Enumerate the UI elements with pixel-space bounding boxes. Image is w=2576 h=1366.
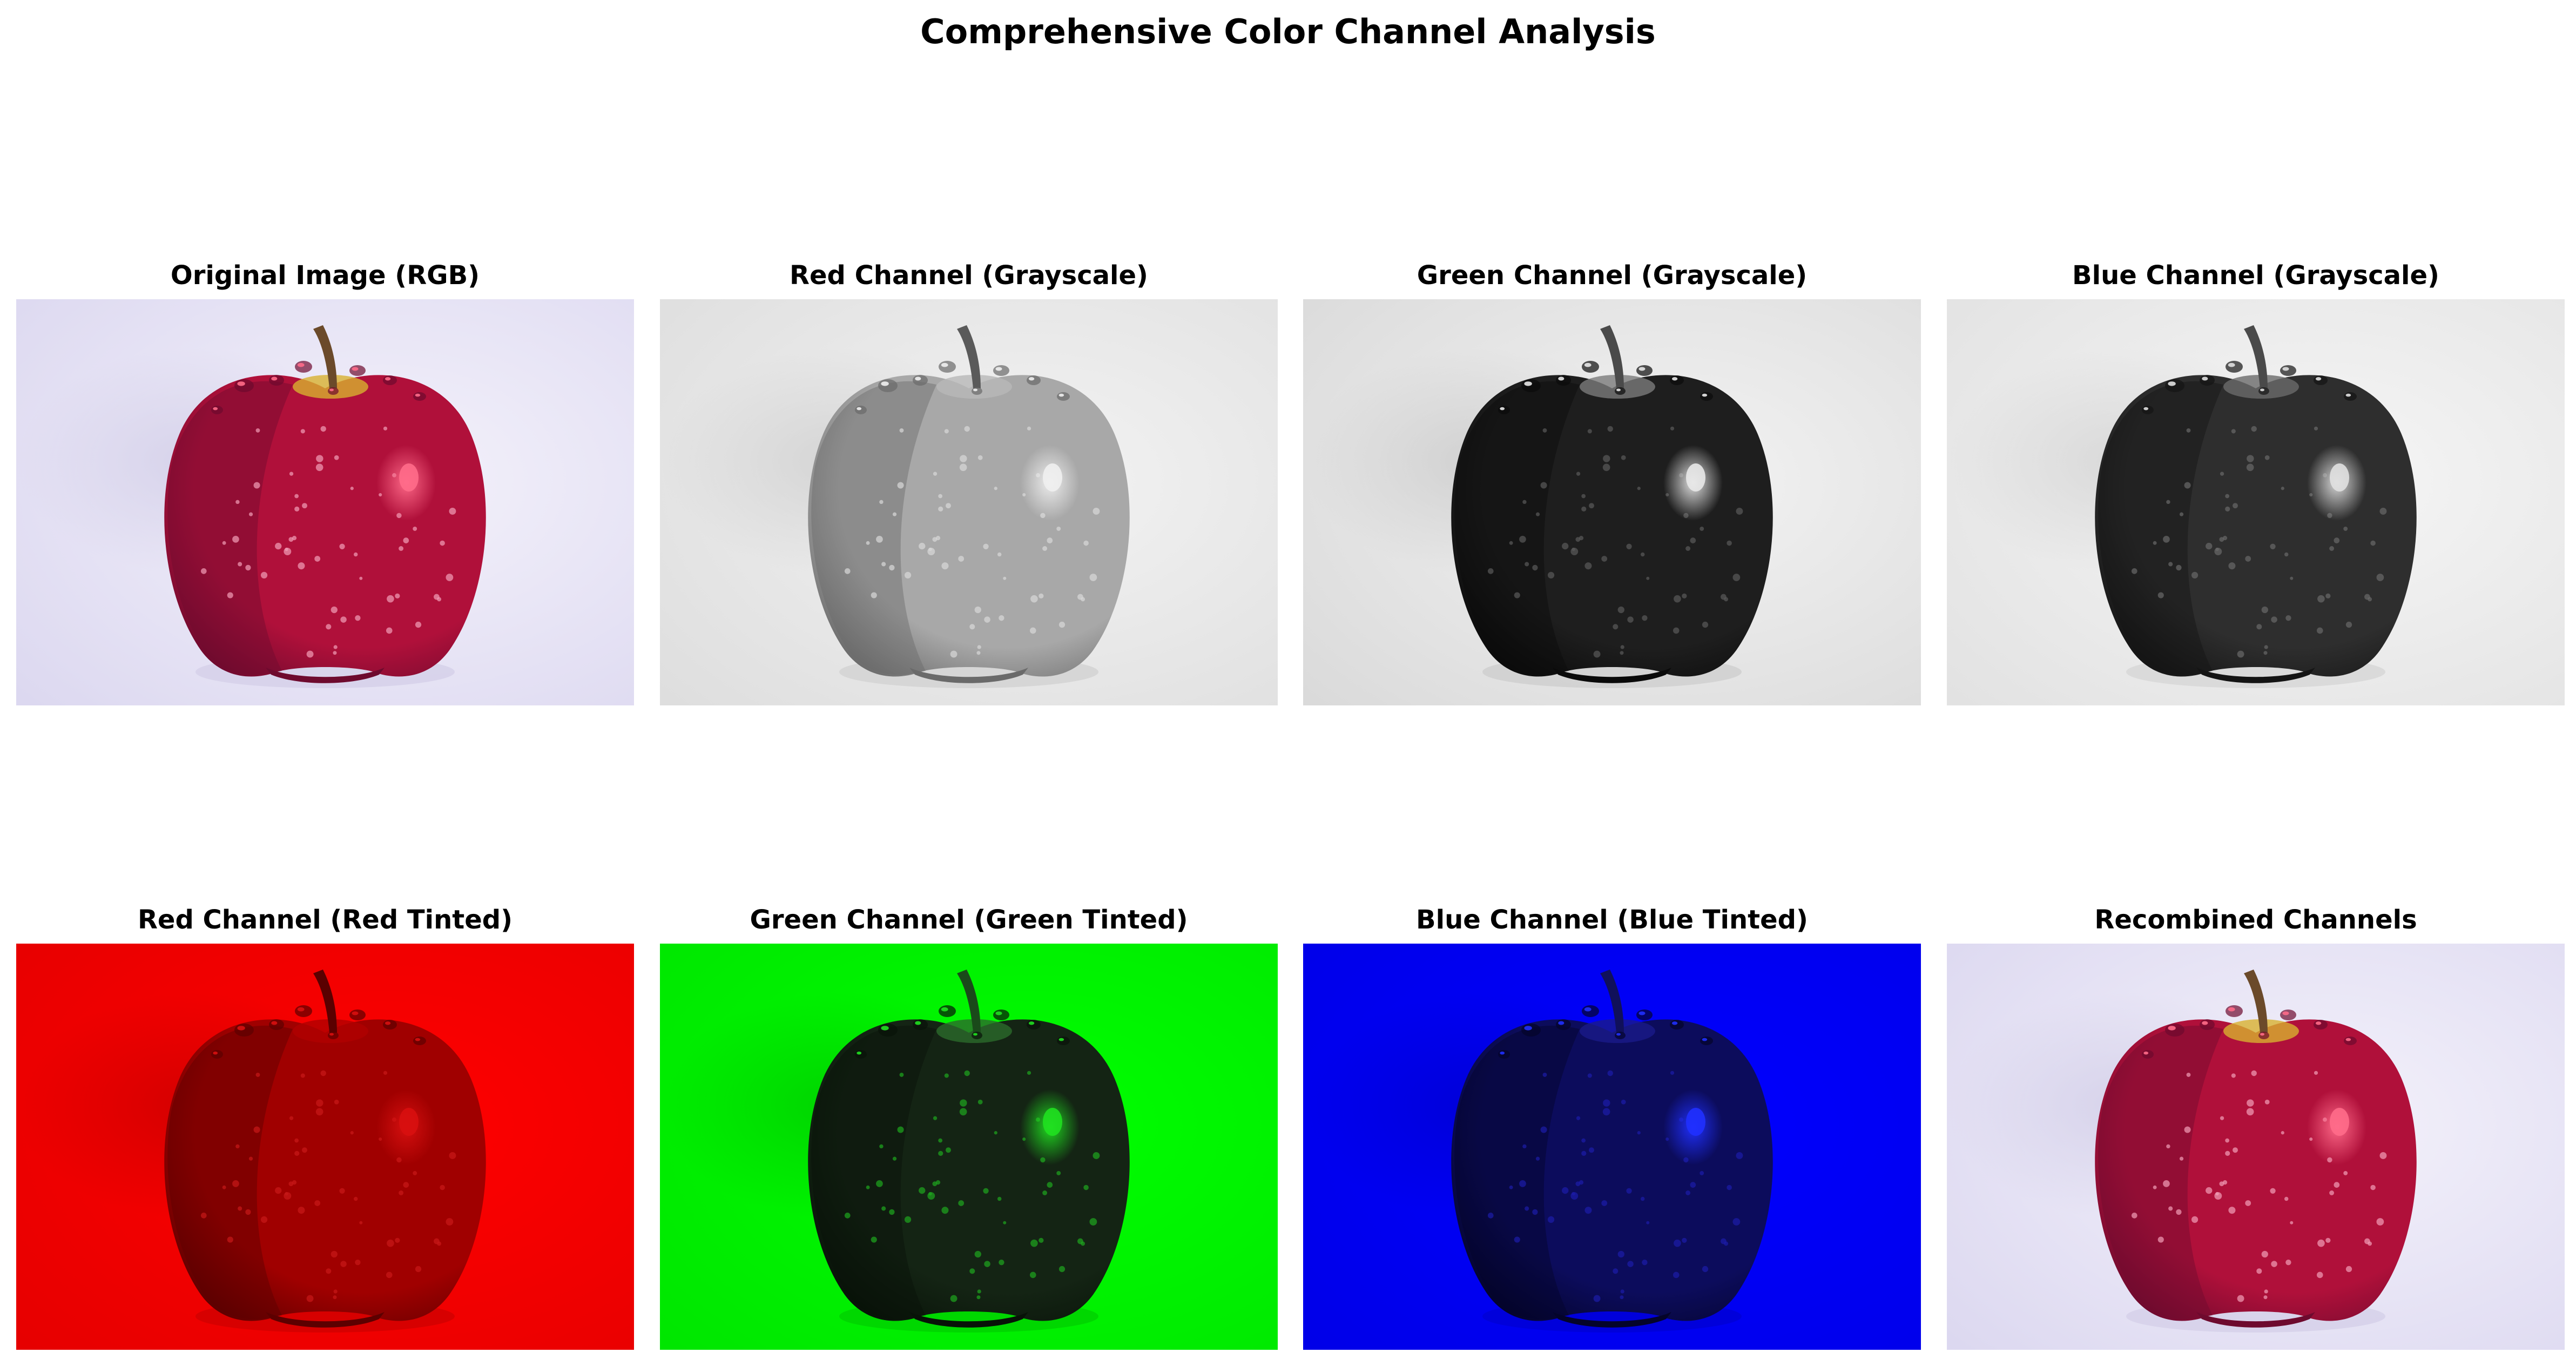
apple-image-blue-gray <box>1947 299 2565 705</box>
apple-image-original <box>16 299 634 705</box>
panel-title: Red Channel (Red Tinted) <box>137 905 513 935</box>
panel-title: Red Channel (Grayscale) <box>789 260 1148 291</box>
panel-title: Green Channel (Green Tinted) <box>750 905 1188 935</box>
figure-title: Comprehensive Color Channel Analysis <box>920 12 1656 51</box>
apple-image-red-gray <box>660 299 1278 705</box>
apple-image-green-gray <box>1303 299 1921 705</box>
panel-title: Recombined Channels <box>2094 905 2417 935</box>
panel-title: Blue Channel (Blue Tinted) <box>1416 905 1808 935</box>
panel-title: Original Image (RGB) <box>170 260 480 291</box>
panel-title: Blue Channel (Grayscale) <box>2072 260 2439 291</box>
apple-image-green-tinted <box>660 944 1278 1350</box>
apple-image-red-tinted <box>16 944 634 1350</box>
apple-image-blue-tinted <box>1303 944 1921 1350</box>
apple-image-recombined <box>1947 944 2565 1350</box>
panel-title: Green Channel (Grayscale) <box>1417 260 1808 291</box>
